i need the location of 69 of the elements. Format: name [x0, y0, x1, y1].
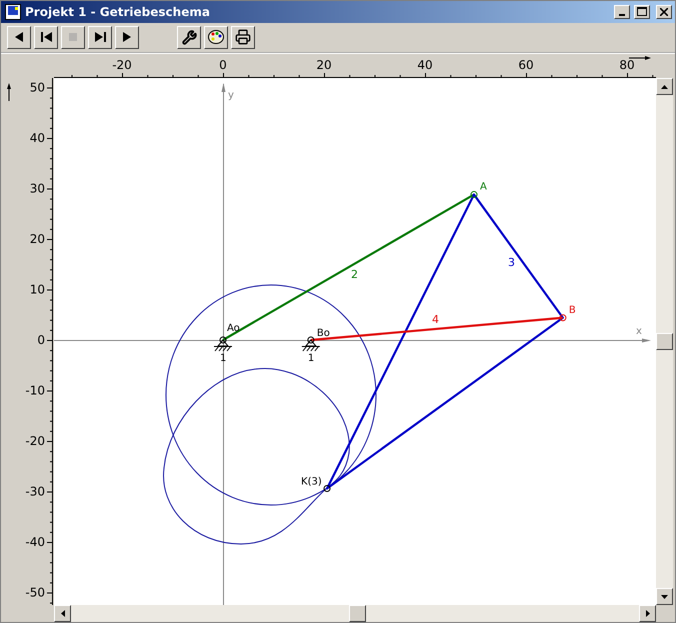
tool-button[interactable]	[231, 26, 255, 49]
x-axis-label: x	[636, 326, 642, 337]
playback-button[interactable]	[34, 26, 58, 49]
y-tick-label: 10	[30, 282, 45, 296]
x-tick-label: 20	[316, 58, 332, 72]
printer-icon	[235, 29, 251, 46]
y-tick-label: 50	[30, 80, 45, 94]
wrench-icon	[182, 30, 196, 45]
scroll-left-button[interactable]	[54, 605, 71, 622]
scroll-thumb[interactable]	[656, 333, 673, 350]
y-tick-label: -40	[25, 535, 45, 549]
joint-label: B	[568, 304, 576, 316]
scroll-thumb[interactable]	[349, 605, 366, 622]
y-tick-label: 40	[30, 131, 45, 145]
right-arrow-icon	[646, 610, 650, 617]
link-label: 2	[351, 268, 358, 281]
link-label: 3	[508, 256, 515, 269]
step-back-icon	[15, 32, 23, 42]
app-icon	[5, 4, 21, 20]
down-arrow-icon	[661, 594, 668, 598]
joint-label: Ao	[227, 323, 240, 334]
playback-button[interactable]	[7, 26, 31, 49]
maximize-icon	[637, 7, 647, 16]
x-tick-label: 80	[619, 58, 635, 72]
horizontal-scrollbar[interactable]	[54, 605, 656, 622]
close-button[interactable]	[656, 4, 672, 19]
maximize-button[interactable]	[634, 4, 650, 19]
y-axis-arrow-icon	[222, 83, 226, 92]
close-icon	[660, 8, 668, 16]
y-tick-label: 30	[30, 182, 45, 196]
y-tick-label: -30	[25, 484, 45, 498]
y-tick-label: -10	[25, 384, 45, 398]
ground-support-icon	[214, 339, 232, 352]
y-tick-label: -50	[25, 586, 45, 600]
minimize-icon	[619, 14, 625, 16]
tool-button[interactable]	[177, 26, 201, 49]
joint-label: A	[480, 182, 487, 193]
x-tick-label: -20	[112, 58, 132, 72]
link-label: 4	[432, 313, 439, 326]
y-axis-label: y	[228, 90, 234, 101]
tool-button[interactable]	[204, 26, 228, 49]
y-direction-arrow	[7, 83, 11, 102]
up-arrow-icon	[661, 84, 668, 88]
window-title: Projekt 1 - Getriebeschema	[25, 4, 211, 19]
playback-button[interactable]	[115, 26, 139, 49]
scroll-right-button[interactable]	[639, 605, 656, 622]
palette-icon	[208, 30, 224, 44]
joint-label: K(3)	[301, 476, 322, 488]
y-tick-label: 20	[30, 232, 45, 246]
playback-button[interactable]	[88, 26, 112, 49]
vertical-scrollbar[interactable]	[656, 78, 673, 605]
ground-support-icon	[301, 339, 320, 352]
x-tick-label: 60	[518, 58, 534, 72]
scroll-up-button[interactable]	[656, 78, 673, 95]
x-direction-arrow	[628, 56, 651, 60]
ground-label: 1	[220, 353, 226, 364]
x-tick-label: 0	[219, 58, 227, 72]
left-arrow-icon	[60, 610, 64, 617]
minimize-button[interactable]	[614, 4, 630, 19]
y-tick-label: -20	[25, 434, 45, 448]
x-tick-label: 40	[417, 58, 433, 72]
ground-label: 1	[308, 353, 314, 364]
joint-label: Bo	[316, 328, 330, 339]
scroll-down-button[interactable]	[656, 588, 673, 605]
y-tick-label: 0	[37, 333, 45, 347]
skip-back-icon	[40, 32, 52, 42]
stop-icon	[69, 33, 77, 42]
skip-forward-icon	[94, 32, 106, 42]
play-icon	[123, 32, 131, 42]
